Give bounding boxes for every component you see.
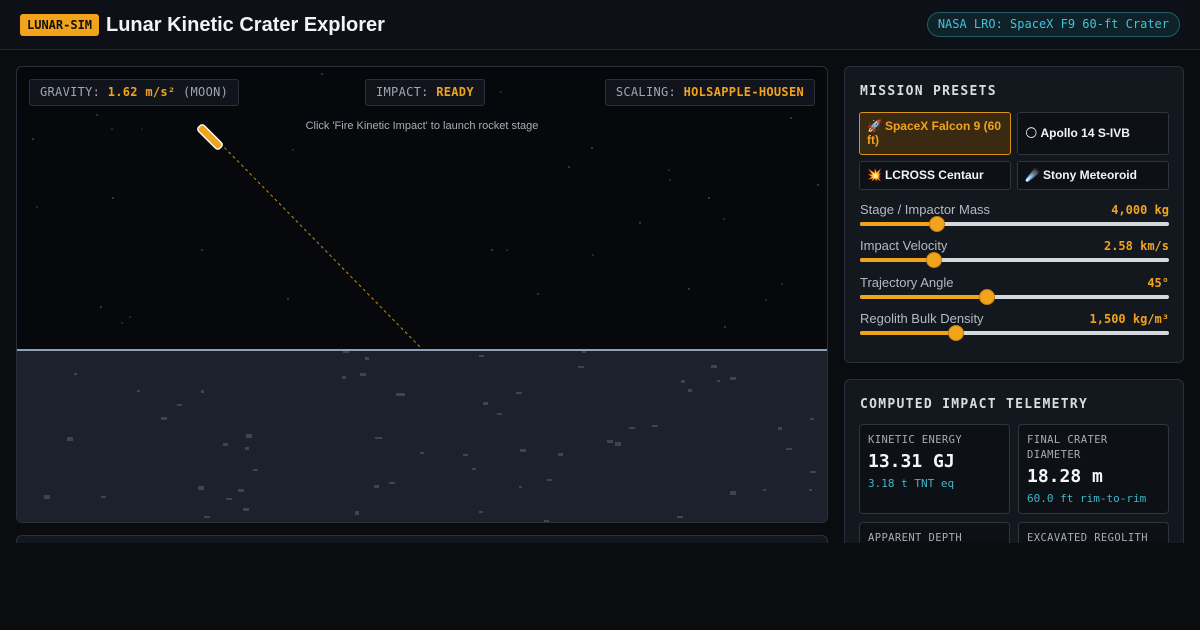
- scaling-value: HOLSAPPLE-HOUSEN: [683, 85, 804, 99]
- trajectory-line: [215, 138, 423, 350]
- slider-label: Stage / Impactor Mass: [860, 202, 991, 217]
- gravity-readout: GRAVITY: 1.62 m/s² (MOON): [29, 79, 240, 106]
- impact-value: READY: [436, 85, 474, 99]
- slider-value: 1,500 kg/m³: [1089, 312, 1169, 326]
- gravity-value: 1.62 m/s²: [107, 85, 176, 99]
- preset-stony-meteoroid[interactable]: ☄️ Stony Meteoroid: [1017, 161, 1169, 190]
- impact-label: IMPACT:: [376, 85, 429, 99]
- explosion-icon: 💥: [867, 168, 882, 182]
- slider-handle[interactable]: [978, 289, 995, 305]
- telemetry-crater-diameter: FINAL CRATER DIAMETER 18.28 m 60.0 ft ri…: [1018, 424, 1169, 514]
- preset-lcross-centaur[interactable]: 💥 LCROSS Centaur: [859, 161, 1011, 190]
- mission-presets-panel: MISSION PRESETS 🚀 SpaceX Falcon 9 (60 ft)…: [844, 66, 1184, 363]
- slider-fill: [860, 222, 938, 226]
- preset-label: Apollo 14 S-IVB: [1040, 126, 1130, 140]
- slider-track[interactable]: [860, 252, 1169, 268]
- telemetry-value: 18.28 m: [1027, 466, 1103, 487]
- slider-fill: [860, 258, 935, 262]
- scaling-readout: SCALING: HOLSAPPLE-HOUSEN: [604, 79, 815, 106]
- gravity-label: GRAVITY:: [40, 85, 101, 99]
- slider-trajectory-angle[interactable]: Trajectory Angle 45°: [860, 275, 1169, 309]
- rocket-icon: 🚀: [867, 119, 882, 133]
- slider-fill: [860, 331, 956, 335]
- telemetry-label: KINETIC ENERGY: [868, 434, 963, 446]
- slider-handle[interactable]: [929, 216, 946, 232]
- app-title: Lunar Kinetic Crater Explorer: [106, 14, 385, 36]
- regolith-rocks: [44, 351, 816, 522]
- preset-apollo-14-s-ivb[interactable]: 🌕 Apollo 14 S-IVB: [1017, 112, 1169, 155]
- app-header: LUNAR-SIM Lunar Kinetic Crater Explorer …: [0, 0, 1200, 50]
- slider-label: Regolith Bulk Density: [860, 311, 984, 326]
- telemetry-sub: 3.18 t TNT eq: [868, 477, 955, 490]
- impact-status: IMPACT: READY: [365, 79, 485, 106]
- slider-label: Trajectory Angle: [860, 275, 954, 290]
- simulation-viewport[interactable]: GRAVITY: 1.62 m/s² (MOON) IMPACT: READY …: [16, 66, 828, 523]
- slider-impactor-mass[interactable]: Stage / Impactor Mass 4,000 kg: [860, 202, 1169, 236]
- preset-label: SpaceX Falcon 9 (60 ft): [867, 119, 1002, 147]
- preset-spacex-falcon-9[interactable]: 🚀 SpaceX Falcon 9 (60 ft): [859, 112, 1011, 155]
- slider-impact-velocity[interactable]: Impact Velocity 2.58 km/s: [860, 238, 1169, 272]
- slider-handle[interactable]: [947, 325, 964, 341]
- telemetry-heading: COMPUTED IMPACT TELEMETRY: [860, 397, 1089, 412]
- scaling-label: SCALING:: [615, 85, 677, 99]
- preset-label: LCROSS Centaur: [884, 168, 984, 182]
- slider-track[interactable]: [860, 325, 1169, 341]
- telemetry-label: FINAL CRATER DIAMETER: [1027, 434, 1108, 461]
- slider-label: Impact Velocity: [860, 238, 948, 253]
- slider-value: 4,000 kg: [1111, 203, 1169, 217]
- presets-heading: MISSION PRESETS: [860, 84, 997, 99]
- preset-label: Stony Meteoroid: [1042, 168, 1137, 182]
- gravity-suffix: (MOON): [183, 85, 229, 99]
- slider-track[interactable]: [860, 289, 1169, 305]
- starfield: [32, 73, 819, 350]
- source-pill[interactable]: NASA LRO: SpaceX F9 60-ft Crater: [926, 12, 1180, 37]
- slider-fill: [860, 295, 987, 299]
- slider-track[interactable]: [860, 216, 1169, 232]
- slider-value: 45°: [1147, 276, 1169, 290]
- launch-hint: Click 'Fire Kinetic Impact' to launch ro…: [305, 120, 539, 132]
- page-background: [0, 543, 1200, 630]
- slider-value: 2.58 km/s: [1103, 239, 1169, 253]
- moon-icon: 🌕: [1025, 126, 1038, 140]
- telemetry-sub: 60.0 ft rim-to-rim: [1027, 492, 1147, 505]
- slider-handle[interactable]: [926, 252, 943, 268]
- slider-regolith-density[interactable]: Regolith Bulk Density 1,500 kg/m³: [860, 311, 1169, 345]
- telemetry-kinetic-energy: KINETIC ENERGY 13.31 GJ 3.18 t TNT eq: [859, 424, 1010, 514]
- lunar-surface: [17, 349, 827, 522]
- logo-badge: LUNAR-SIM: [20, 14, 100, 36]
- comet-icon: ☄️: [1025, 168, 1040, 182]
- telemetry-value: 13.31 GJ: [868, 451, 955, 472]
